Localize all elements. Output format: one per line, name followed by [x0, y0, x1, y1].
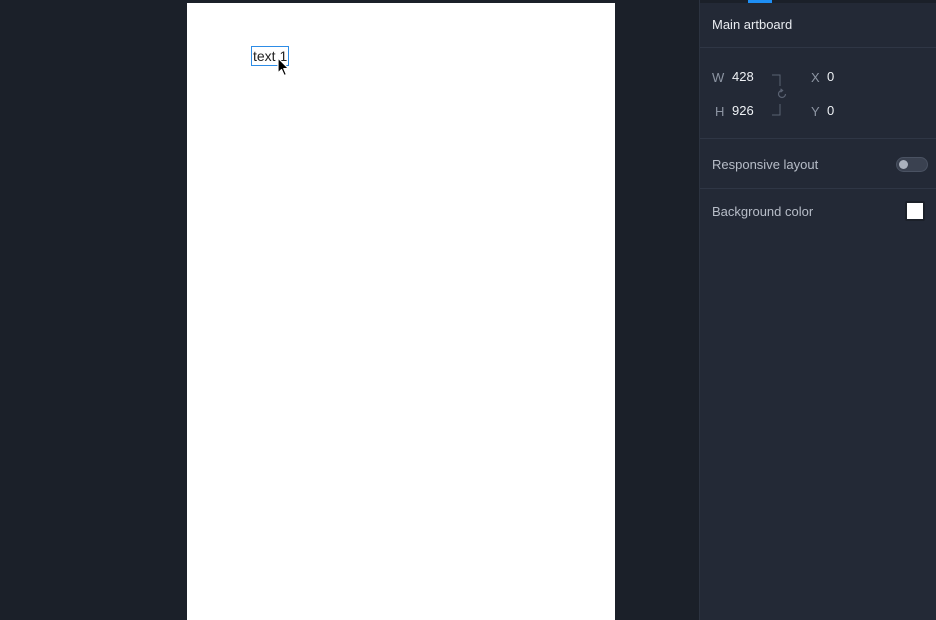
properties-panel: Main artboard W H X Y Responsive layout …: [699, 0, 936, 620]
panel-tab-strip: [700, 0, 936, 3]
divider: [700, 188, 936, 189]
background-color-swatch-fill: [907, 203, 923, 219]
background-color-swatch[interactable]: [905, 201, 925, 221]
height-label: H: [715, 104, 725, 119]
y-label: Y: [811, 104, 820, 119]
divider: [700, 47, 936, 48]
toggle-knob: [899, 160, 908, 169]
width-input[interactable]: [732, 68, 772, 86]
width-label: W: [712, 70, 725, 85]
responsive-layout-toggle[interactable]: [896, 157, 928, 172]
responsive-layout-label: Responsive layout: [712, 157, 819, 172]
divider: [700, 138, 936, 139]
artboard[interactable]: text 1: [187, 3, 615, 620]
rotate-icon[interactable]: [776, 88, 788, 100]
x-input[interactable]: [827, 68, 867, 86]
cursor-arrow-icon: [277, 57, 290, 77]
panel-title: Main artboard: [712, 17, 793, 32]
y-input[interactable]: [827, 102, 867, 120]
background-color-label: Background color: [712, 204, 814, 219]
canvas-area[interactable]: text 1: [0, 0, 699, 620]
x-label: X: [811, 70, 820, 85]
active-tab-indicator[interactable]: [748, 0, 772, 3]
height-input[interactable]: [732, 102, 772, 120]
